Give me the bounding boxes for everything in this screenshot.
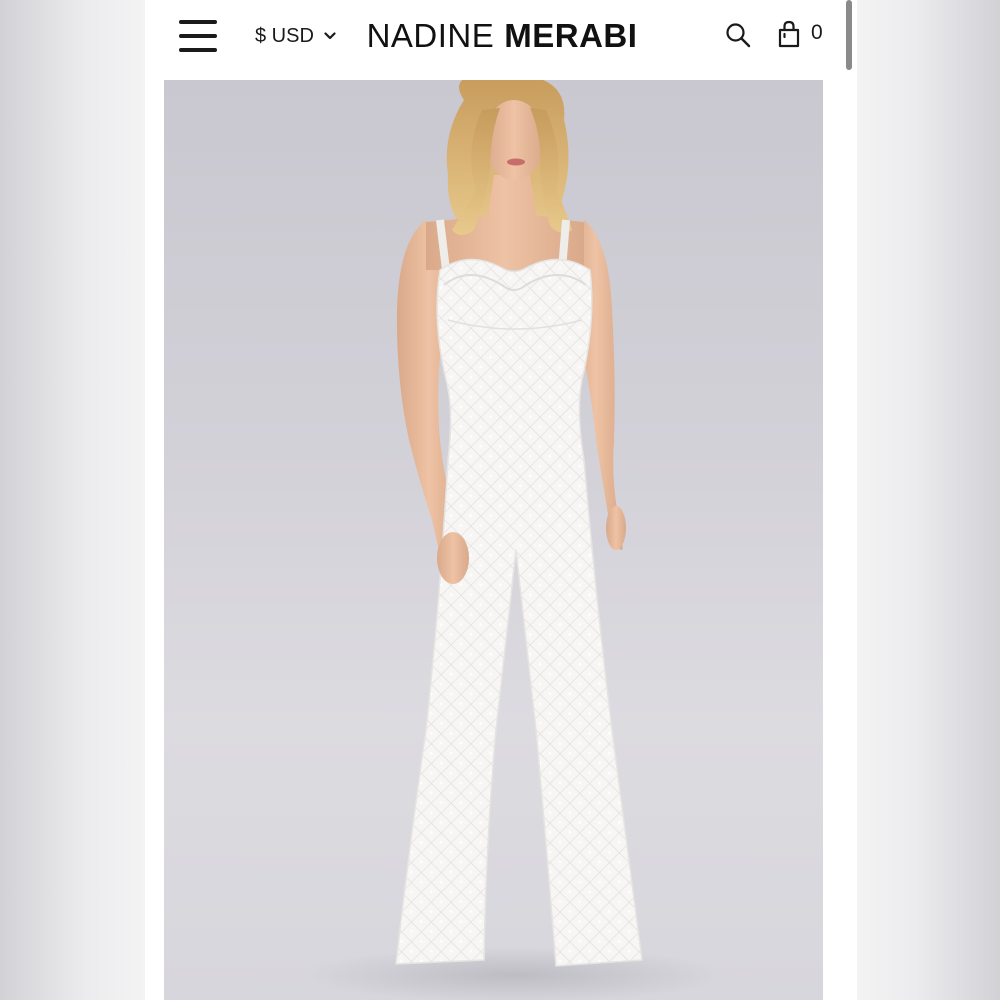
product-photo-illustration: [304, 80, 724, 1000]
currency-selector[interactable]: $ USD: [255, 22, 336, 50]
site-header: $ USD NADINE MERABI 0: [145, 0, 857, 80]
product-image[interactable]: [164, 80, 823, 1000]
shopping-bag-icon[interactable]: [778, 20, 800, 48]
search-icon[interactable]: [725, 22, 751, 48]
background-blur-left: [0, 0, 145, 1000]
scrollbar-thumb[interactable]: [846, 0, 852, 70]
mobile-page: $ USD NADINE MERABI 0: [145, 0, 857, 1000]
brand-name-last: MERABI: [504, 17, 638, 54]
hamburger-menu-icon[interactable]: [179, 20, 217, 52]
chevron-down-icon: [324, 32, 336, 40]
background-blur-right: [857, 0, 1000, 1000]
brand-name-first: NADINE: [366, 17, 495, 54]
currency-label: $ USD: [255, 24, 314, 47]
brand-logo[interactable]: NADINE MERABI: [367, 14, 637, 58]
cart-count: 0: [811, 21, 823, 44]
